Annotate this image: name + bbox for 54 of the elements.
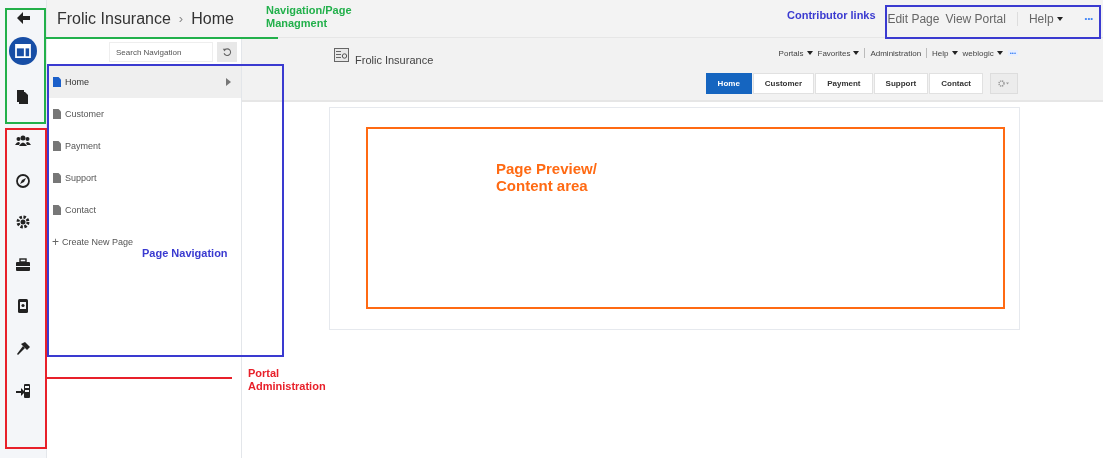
nav-item-label: Home [65,77,89,87]
portal-menu-link[interactable]: Help [932,48,958,58]
breadcrumb-separator: › [178,11,184,26]
portal-name: Frolic Insurance [355,54,434,66]
page-tab[interactable]: Home [705,73,752,94]
rail-icon[interactable] [15,133,31,149]
refresh-icon [222,47,232,57]
nav-item[interactable]: Customer [47,98,241,130]
page-icon [53,141,61,151]
expand-arrow-icon [226,78,231,86]
page-icon [53,205,61,215]
annotation-label: Page Navigation [142,247,228,260]
portal-menu-link[interactable]: Favorites [817,48,860,58]
portal-icon [334,48,349,62]
rail-icon[interactable] [15,10,31,26]
rail-icon[interactable] [15,298,31,314]
contributor-link[interactable]: View Portal [945,11,1006,26]
gear-icon [998,80,1010,87]
portal-menu-link[interactable]: Portals [778,48,813,58]
rail-icon[interactable] [15,214,31,230]
portal-menu-link[interactable]: weblogic [962,48,1003,58]
nav-item[interactable]: Contact [47,194,241,226]
annotation-label: Page Preview/ Content area [496,160,598,195]
nav-item-label: Payment [65,141,101,151]
nav-item[interactable]: Home [47,66,241,98]
rail-icon[interactable] [15,383,31,399]
nav-item-label: Support [65,173,97,183]
nav-item[interactable]: Support [47,162,241,194]
nav-item-label: Customer [65,109,104,119]
page-tab[interactable]: Payment [815,73,873,94]
page-icon [53,109,61,119]
page-tab[interactable]: Customer [752,73,815,94]
rail-icon[interactable] [15,340,31,356]
page-tab[interactable]: Support [873,73,929,94]
portal-menu-link[interactable]: Administration [870,48,922,58]
page-breadcrumb: Home [191,9,234,28]
rail-icon[interactable] [15,89,31,105]
annotation-label: Navigation/Page Managment [266,4,353,30]
contributor-link[interactable]: Edit Page [887,11,940,26]
page-tab[interactable]: Contact [929,73,983,94]
rail-icon[interactable] [15,257,31,273]
search-field[interactable]: Search Navigation [109,42,213,62]
nav-item-label: Contact [65,205,97,215]
site-breadcrumb[interactable]: Frolic Insurance [57,9,171,28]
rail-icon[interactable] [9,37,37,65]
contributor-link[interactable]: Help [1028,11,1063,26]
page-icon [53,77,61,87]
page-icon [53,173,61,183]
nav-item[interactable]: Payment [47,130,241,162]
annotation-label: Contributor links [787,9,876,22]
create-page-link[interactable]: + Create New Page [47,226,134,258]
refresh-button[interactable] [217,42,237,62]
annotation-label: Portal Administration [248,367,327,393]
rail-icon[interactable] [15,173,31,189]
